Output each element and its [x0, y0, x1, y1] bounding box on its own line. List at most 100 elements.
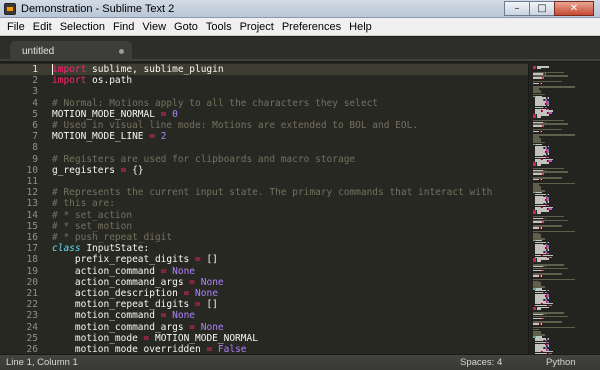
code-text: # Normal: Motions apply to all the chara…	[52, 98, 378, 109]
minimap-stroke	[533, 130, 540, 133]
code-text: # * push_repeat_digit	[52, 232, 172, 243]
line-number: 19	[26, 265, 38, 277]
code-text: g_registers = {}	[52, 165, 144, 176]
code-line: 15 # * set_motion	[0, 221, 528, 232]
syntax-selector[interactable]: Python	[546, 357, 576, 368]
tab-untitled[interactable]: untitled	[10, 41, 132, 61]
code-token: action_command	[52, 265, 161, 277]
line-number: 5	[32, 108, 38, 120]
code-token: motion_mode_overridden	[52, 344, 207, 354]
menu-bar: File Edit Selection Find View Goto Tools…	[0, 18, 600, 36]
menu-project[interactable]: Project	[236, 21, 278, 33]
code-token: []	[200, 254, 218, 266]
code-text: action_command = None	[52, 266, 195, 277]
code-editor[interactable]: 1 import sublime, sublime_plugin 2 import o…	[0, 63, 528, 354]
minimap-stroke	[533, 221, 542, 223]
code-text: import sublime, sublime_plugin	[52, 64, 224, 75]
code-token: 0	[172, 108, 178, 120]
minimap-stroke	[533, 269, 542, 272]
code-line: 19 action_command = None	[0, 266, 528, 277]
maximize-button[interactable]: □	[529, 1, 555, 16]
minimap-stroke	[543, 221, 544, 223]
minimap-stroke	[533, 125, 542, 127]
minimap-stroke	[533, 278, 576, 281]
minimap-stroke	[533, 77, 542, 79]
menu-goto[interactable]: Goto	[170, 21, 202, 33]
close-button[interactable]: ✕	[554, 1, 594, 16]
minimap-stroke	[547, 337, 549, 340]
code-token: # * push_repeat_digit	[52, 232, 173, 243]
minimap-stroke	[540, 275, 542, 277]
code-token: None	[172, 310, 196, 322]
minimap-stroke	[543, 77, 544, 79]
code-line: 17 class InputState:	[0, 243, 528, 254]
code-line: 25 motion_mode = MOTION_MODE_NORMAL	[0, 333, 528, 344]
code-token: # this are:	[52, 198, 115, 210]
code-text: motion_mode_overridden = False	[52, 344, 247, 354]
line-number: 17	[26, 243, 38, 255]
line-number: 21	[26, 288, 38, 299]
line-number: 11	[26, 176, 38, 187]
minimap-stroke	[547, 289, 549, 292]
code-token: []	[200, 299, 218, 311]
code-text: motion_command_args = None	[52, 322, 224, 333]
code-token: InputState:	[80, 243, 150, 255]
minimap[interactable]	[528, 63, 600, 354]
code-line: 5 MOTION_MODE_NORMAL = 0	[0, 109, 528, 120]
code-token: MOTION_MODE_NORMAL	[52, 108, 161, 120]
indentation-setting[interactable]: Spaces: 4	[460, 357, 502, 368]
minimap-stroke	[547, 201, 549, 203]
minimap-stroke	[533, 164, 537, 166]
line-number: 2	[32, 75, 38, 87]
menu-selection[interactable]: Selection	[56, 21, 109, 33]
minimap-stroke	[547, 97, 549, 100]
code-token: None	[200, 276, 224, 288]
menu-edit[interactable]: Edit	[29, 21, 56, 33]
minimap-stroke	[533, 86, 576, 88]
code-text: MOTION_MODE_LINE = 2	[52, 131, 166, 142]
code-token: # Used in visual line mode: Motions are …	[52, 120, 419, 131]
unsaved-dot-icon[interactable]	[119, 48, 124, 54]
menu-view[interactable]: View	[138, 21, 170, 33]
tab-label: untitled	[22, 45, 55, 57]
code-line: 1 import sublime, sublime_plugin	[0, 64, 528, 76]
minimap-stroke	[533, 230, 576, 233]
line-number: 14	[26, 209, 38, 221]
code-text: prefix_repeat_digits = []	[52, 254, 218, 265]
menu-file[interactable]: File	[3, 21, 29, 33]
window-titlebar: Demonstration - Sublime Text 2 – □ ✕	[0, 0, 600, 18]
code-token: action_command_args	[52, 276, 190, 288]
tab-strip: untitled	[0, 37, 600, 61]
code-token: # * set_action	[52, 209, 133, 221]
code-token: prefix_repeat_digits	[52, 254, 195, 266]
minimap-stroke	[533, 317, 542, 320]
menu-preferences[interactable]: Preferences	[278, 21, 345, 33]
text-cursor	[52, 64, 53, 75]
minimap-stroke	[533, 260, 537, 262]
line-number: 9	[32, 153, 38, 165]
code-text: # Represents the current input state. Th…	[52, 187, 492, 198]
code-text: MOTION_MODE_NORMAL = 0	[52, 109, 178, 120]
minimap-stroke	[533, 178, 540, 181]
line-number: 4	[32, 97, 38, 109]
line-number: 1	[32, 64, 38, 75]
code-token: False	[217, 344, 247, 354]
code-text: motion_repeat_digits = []	[52, 299, 218, 310]
menu-tools[interactable]: Tools	[202, 21, 236, 33]
minimap-stroke	[533, 326, 576, 329]
sublime-app-icon	[4, 2, 16, 15]
minimap-stroke	[543, 317, 544, 320]
minimap-stroke	[536, 212, 541, 214]
code-line: 4 # Normal: Motions apply to all the char…	[0, 98, 528, 109]
menu-find[interactable]: Find	[109, 21, 138, 33]
code-text: # * set_motion	[52, 221, 132, 232]
minimap-stroke	[533, 134, 576, 137]
minimize-button[interactable]: –	[504, 1, 530, 16]
menu-help[interactable]: Help	[345, 21, 376, 33]
code-token: {}	[126, 164, 144, 176]
minimap-stroke	[540, 323, 542, 325]
code-line: 16 # * push_repeat_digit	[0, 232, 528, 243]
window-title: Demonstration - Sublime Text 2	[21, 2, 175, 15]
window-controls: – □ ✕	[504, 1, 594, 16]
code-text: action_description = None	[52, 288, 218, 299]
